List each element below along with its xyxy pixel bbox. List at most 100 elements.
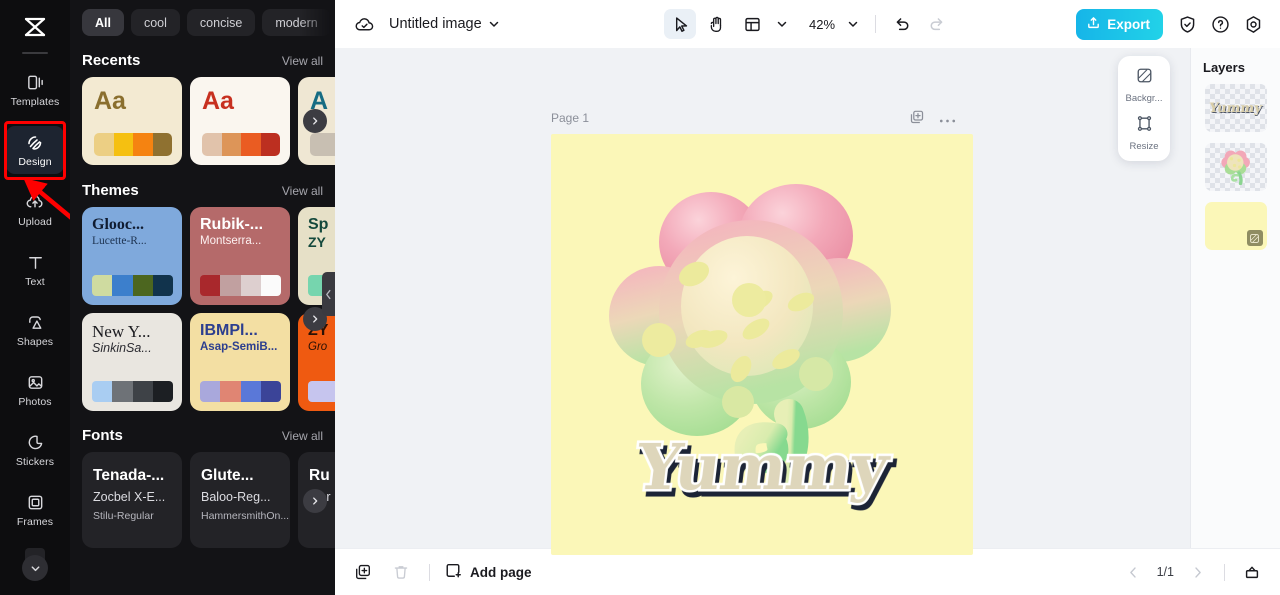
font-card[interactable]: Glute... Baloo-Reg... HammersmithOn... xyxy=(190,452,290,548)
photos-icon xyxy=(25,372,46,393)
theme-card[interactable]: Rubik-... Montserra... xyxy=(190,207,290,305)
resize-tool-label: Resize xyxy=(1129,141,1159,152)
duplicate-icon[interactable] xyxy=(349,558,377,586)
layout-dropdown-caret-icon[interactable] xyxy=(772,9,792,39)
view-all-recents[interactable]: View all xyxy=(282,54,323,68)
redo-icon[interactable] xyxy=(921,9,951,39)
theme-card-swatches xyxy=(92,275,173,296)
theme-card-subtitle: ZY xyxy=(308,233,326,250)
bottom-bar: Add page 1/1 xyxy=(335,548,1280,595)
chip-label: concise xyxy=(199,15,243,30)
theme-card[interactable]: Glooc... Lucette-R... xyxy=(82,207,182,305)
capcut-logo-icon[interactable] xyxy=(18,14,52,40)
section-title: Fonts xyxy=(82,427,123,444)
panel-collapse-handle[interactable] xyxy=(322,272,335,316)
filter-chip-all[interactable]: All xyxy=(82,9,124,36)
recent-card[interactable]: Aa xyxy=(190,77,290,165)
sidebar-item-shapes[interactable]: Shapes xyxy=(6,306,64,354)
recent-card-sample: Aa xyxy=(202,87,234,115)
font-card-line3: Stilu-Regular xyxy=(93,509,154,522)
theme-card-title: Glooc... xyxy=(92,216,144,233)
theme-card-subtitle: Montserra... xyxy=(200,234,262,247)
theme-card[interactable]: New Y... SinkinSa... xyxy=(82,313,182,411)
layer-flower-image[interactable] xyxy=(1204,143,1267,191)
background-icon xyxy=(1135,66,1154,90)
fonts-row: Tenada-... Zocbel X-E... Stilu-Regular G… xyxy=(70,452,335,548)
font-card-line1: Glute... xyxy=(201,467,254,484)
artboard[interactable]: Yummy xyxy=(551,134,973,555)
more-horizontal-icon[interactable] xyxy=(939,111,956,129)
prev-page-button[interactable] xyxy=(1120,558,1148,586)
background-tool-button[interactable]: Backgr... xyxy=(1118,66,1170,104)
theme-card[interactable]: IBMPl... Asap-SemiB... xyxy=(190,313,290,411)
design-icon xyxy=(25,132,46,153)
shield-check-icon[interactable] xyxy=(1172,9,1202,39)
artwork-text[interactable]: Yummy xyxy=(630,428,894,507)
next-page-button[interactable] xyxy=(1183,558,1211,586)
timeline-panel-icon[interactable] xyxy=(1238,558,1266,586)
cloud-saved-icon[interactable] xyxy=(349,9,379,39)
filter-chip-cool[interactable]: cool xyxy=(130,9,180,36)
help-question-icon[interactable] xyxy=(1205,9,1235,39)
zoom-dropdown-caret-icon[interactable] xyxy=(842,9,864,39)
title-dropdown-caret-icon[interactable] xyxy=(482,9,506,39)
sidebar-item-label: Upload xyxy=(18,216,52,228)
theme-card-title: New Y... xyxy=(92,322,151,341)
sidebar-item-templates[interactable]: Templates xyxy=(6,66,64,114)
view-all-fonts[interactable]: View all xyxy=(282,429,323,443)
upload-icon xyxy=(25,192,46,213)
font-card-line1: Ru xyxy=(309,467,330,484)
settings-gear-icon[interactable] xyxy=(1238,9,1268,39)
export-button[interactable]: Export xyxy=(1076,8,1163,40)
trash-icon[interactable] xyxy=(387,558,415,586)
fonts-next-button[interactable] xyxy=(303,489,327,513)
document-title[interactable]: Untitled image xyxy=(389,16,482,32)
recents-next-button[interactable] xyxy=(303,109,327,133)
themes-rows-wrap: Glooc... Lucette-R... Rubik-... Montserr… xyxy=(70,207,335,411)
rail-more-button[interactable] xyxy=(22,555,48,581)
filter-chip-concise[interactable]: concise xyxy=(186,9,256,36)
font-card[interactable]: Tenada-... Zocbel X-E... Stilu-Regular xyxy=(82,452,182,548)
shapes-icon xyxy=(25,312,46,333)
export-upload-icon xyxy=(1086,15,1101,33)
sidebar-item-photos[interactable]: Photos xyxy=(6,366,64,414)
sidebar-item-label: Stickers xyxy=(15,456,55,468)
filter-chip-modern[interactable]: modern xyxy=(262,9,331,36)
undo-icon[interactable] xyxy=(887,9,917,39)
layers-panel: Layers Yummy xyxy=(1190,48,1280,548)
theme-card-swatches xyxy=(200,275,281,296)
sidebar-item-stickers[interactable]: Stickers xyxy=(6,426,64,474)
text-icon xyxy=(25,252,46,273)
view-all-themes[interactable]: View all xyxy=(282,184,323,198)
recents-row-wrap: Aa Aa A xyxy=(70,77,335,165)
resize-tool-button[interactable]: Resize xyxy=(1118,114,1170,152)
page-indicator: 1/1 xyxy=(1156,565,1174,579)
sidebar-item-text[interactable]: Text xyxy=(6,246,64,294)
toolbar-right-group: Export xyxy=(1076,8,1268,40)
recent-card-swatches xyxy=(94,133,172,156)
add-page-button[interactable]: Add page xyxy=(444,562,532,583)
background-badge-icon xyxy=(1246,230,1263,246)
canvas-area[interactable]: Page 1 Yummy Backgr... Resize xyxy=(335,48,1190,555)
hand-tool[interactable] xyxy=(700,9,732,39)
layers-panel-title: Layers xyxy=(1203,60,1245,75)
duplicate-page-icon[interactable] xyxy=(909,109,925,130)
add-page-icon xyxy=(444,562,462,583)
layout-tool[interactable] xyxy=(736,9,768,39)
sidebar-item-label: Templates xyxy=(10,96,60,108)
recent-card-swatches xyxy=(202,133,280,156)
layer-background[interactable] xyxy=(1204,202,1267,250)
sidebar-item-frames[interactable]: Frames xyxy=(6,486,64,534)
zoom-level-value[interactable]: 42% xyxy=(806,17,838,32)
section-title: Themes xyxy=(82,182,139,199)
select-tool[interactable] xyxy=(664,9,696,39)
sidebar-item-design[interactable]: Design xyxy=(6,126,64,174)
recent-card[interactable]: Aa xyxy=(82,77,182,165)
theme-card-swatches xyxy=(308,381,335,402)
font-card-line1: Tenada-... xyxy=(93,467,165,484)
layer-text-yummy[interactable]: Yummy xyxy=(1204,84,1267,132)
chip-label: All xyxy=(95,15,111,30)
sidebar-item-upload[interactable]: Upload xyxy=(6,186,64,234)
sidebar-item-label: Design xyxy=(18,156,52,168)
design-panel: All cool concise modern Recents View all… xyxy=(70,0,335,595)
